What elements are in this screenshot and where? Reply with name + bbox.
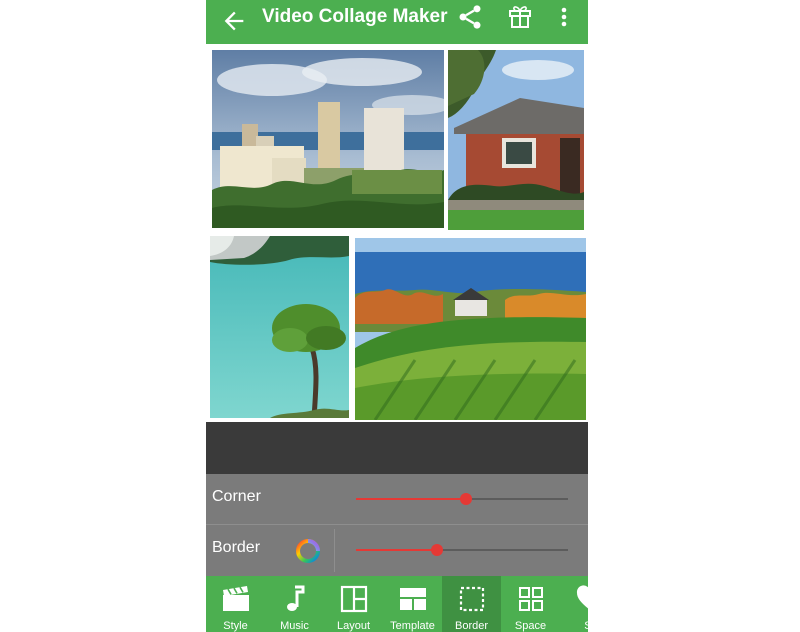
- nav-item-template[interactable]: Template: [383, 576, 442, 632]
- border-row-divider: [334, 529, 335, 572]
- nav-label-style: Style: [223, 620, 248, 632]
- house-photo: [448, 50, 584, 230]
- template-icon: [400, 588, 426, 610]
- space-grid-icon: [519, 587, 543, 611]
- lake-tree-photo: [210, 236, 349, 418]
- collage-cell-house[interactable]: [448, 50, 584, 230]
- nav-label-sticker: St: [584, 620, 588, 632]
- collage-cell-lake[interactable]: [210, 236, 349, 418]
- border-slider-fill: [356, 549, 437, 551]
- border-slider-thumb[interactable]: [431, 544, 443, 556]
- gift-icon[interactable]: [508, 3, 532, 29]
- back-arrow-icon[interactable]: [220, 7, 248, 35]
- corner-row: Corner: [206, 474, 588, 525]
- clapperboard-icon: [223, 586, 249, 611]
- nav-item-space[interactable]: Space: [501, 576, 560, 632]
- page-title: Video Collage Maker: [262, 6, 448, 27]
- border-label: Border: [212, 539, 261, 556]
- share-icon[interactable]: [456, 3, 484, 31]
- nav-item-style[interactable]: Style: [206, 576, 265, 632]
- corner-label: Corner: [212, 488, 261, 505]
- collage-preview: [206, 44, 588, 422]
- nav-item-sticker[interactable]: St: [560, 576, 588, 632]
- layout-grid-icon: [340, 585, 368, 613]
- nav-label-music: Music: [280, 620, 309, 632]
- music-note-icon: [287, 585, 305, 611]
- bottom-nav: Style Music Layout Template Border Space…: [206, 576, 588, 632]
- color-wheel-icon[interactable]: [296, 539, 320, 563]
- border-row: Border: [206, 525, 588, 576]
- app-bar: Video Collage Maker: [206, 0, 588, 44]
- city-skyline-photo: [212, 50, 444, 228]
- nav-label-border: Border: [454, 620, 489, 632]
- collage-cell-vineyard[interactable]: [355, 238, 586, 420]
- nav-item-layout[interactable]: Layout: [324, 576, 383, 632]
- corner-slider[interactable]: [356, 489, 568, 509]
- preview-footer-band: [206, 422, 588, 474]
- vineyard-photo: [355, 238, 586, 420]
- nav-item-border[interactable]: Border: [442, 576, 501, 632]
- nav-label-layout: Layout: [336, 620, 371, 632]
- nav-label-template: Template: [390, 620, 435, 632]
- collage-cell-city[interactable]: [212, 50, 444, 228]
- adjustment-panel: Corner Border: [206, 474, 588, 576]
- nav-label-space: Space: [514, 620, 547, 632]
- phone-screen: Video Collage Maker Corner Border Style …: [206, 0, 588, 632]
- border-slider[interactable]: [356, 540, 568, 560]
- sticker-icon: [576, 585, 588, 609]
- corner-slider-thumb[interactable]: [460, 493, 472, 505]
- border-dashed-icon: [459, 586, 485, 612]
- corner-slider-fill: [356, 498, 466, 500]
- nav-item-music[interactable]: Music: [265, 576, 324, 632]
- more-vert-icon[interactable]: [556, 4, 572, 30]
